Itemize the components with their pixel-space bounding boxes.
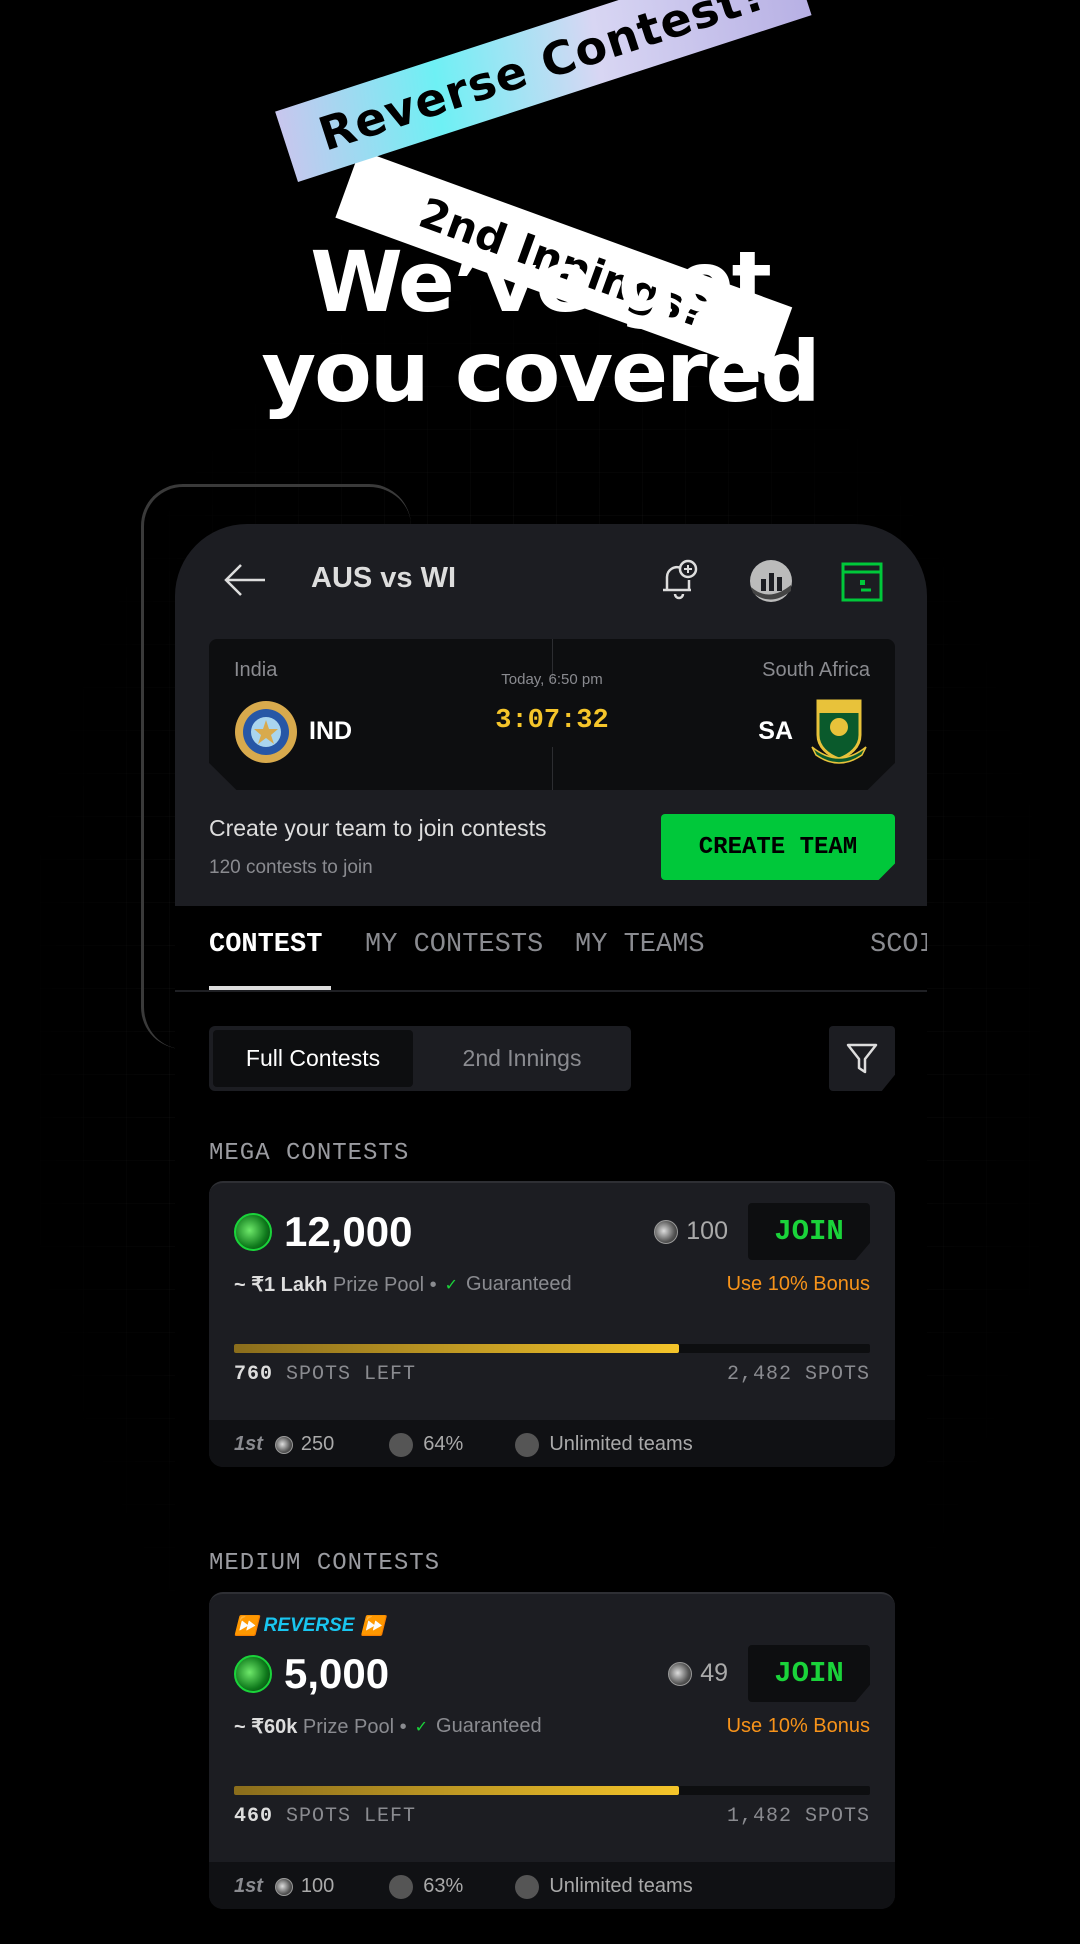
tab-my-teams[interactable]: MY TEAMS [575, 930, 705, 960]
team1-name: India [234, 659, 278, 681]
india-logo-icon [235, 701, 297, 763]
back-arrow-icon[interactable] [223, 562, 267, 598]
teams-icon [515, 1432, 540, 1457]
match-time: Today, 6:50 pm [501, 671, 603, 688]
spots-left-count: 760 [234, 1363, 274, 1386]
reverse-label: REVERSE [263, 1615, 355, 1636]
bell-plus-icon[interactable] [659, 558, 699, 602]
win-percentage: 63% [423, 1875, 464, 1897]
divider [552, 747, 553, 790]
tab-my-contests[interactable]: MY CONTESTS [365, 930, 543, 960]
reverse-badge: ⏩ REVERSE ⏩ [234, 1614, 384, 1638]
tab-contest[interactable]: CONTEST [209, 930, 322, 960]
entry-fee: 49 [700, 1659, 728, 1687]
promo-ribbon-reverse: Reverse Contest? [275, 0, 812, 182]
countdown-timer: 3:07:32 [495, 706, 609, 736]
filter-icon [846, 1043, 878, 1073]
prize-pool-label: Prize Pool • [332, 1274, 437, 1296]
win-rate-icon [389, 1874, 414, 1899]
segment-full-contests[interactable]: Full Contests [213, 1030, 413, 1087]
tab-scores[interactable]: SCOI [870, 930, 927, 960]
win-rate-icon [389, 1432, 414, 1457]
teams-icon [515, 1874, 540, 1899]
join-button[interactable]: JOIN [748, 1203, 870, 1260]
south-africa-logo-icon [811, 699, 867, 764]
spots-left-label: SPOTS LEFT [286, 1363, 417, 1386]
create-team-prompt: Create your team to join contests [209, 815, 547, 841]
tab-bar: CONTEST MY CONTESTS MY TEAMS SCOI [175, 906, 927, 992]
check-icon: ✓ [444, 1276, 459, 1294]
join-button[interactable]: JOIN [748, 1645, 870, 1702]
team-limit: Unlimited teams [549, 1875, 693, 1897]
ribbon-text: Reverse Contest? [312, 0, 775, 162]
guaranteed-label: Guaranteed [436, 1715, 542, 1737]
section-mega-contests: MEGA CONTESTS [209, 1140, 410, 1167]
guaranteed-label: Guaranteed [466, 1273, 572, 1295]
contest-card[interactable]: ⏩ REVERSE ⏩ 5,000 49 JOIN ~ ₹60k Prize Poo… [209, 1592, 895, 1909]
fast-forward-icon: ⏩ [360, 1616, 385, 1637]
check-icon: ✓ [414, 1718, 429, 1736]
prize-amount: 5,000 [284, 1649, 390, 1697]
page-title: AUS vs WI [311, 562, 457, 594]
prize-pool-value: ~ ₹1 Lakh [234, 1274, 328, 1296]
progress-fill [234, 1786, 680, 1795]
prize-amount: 12,000 [284, 1207, 413, 1255]
spots-progress-bar [234, 1786, 870, 1795]
first-prize-value: 250 [300, 1433, 335, 1455]
entry-coin-icon [668, 1661, 693, 1686]
contest-type-toggle: Full Contests 2nd Innings [209, 1026, 631, 1091]
section-medium-contests: MEDIUM CONTESTS [209, 1550, 441, 1577]
spots-progress-bar [234, 1344, 870, 1353]
bonus-label: Use 10% Bonus [726, 1273, 870, 1295]
stats-icon[interactable] [749, 559, 793, 603]
team-limit: Unlimited teams [549, 1433, 693, 1455]
headline-line-2: you covered [261, 323, 820, 421]
contests-count: 120 contests to join [209, 857, 373, 878]
create-team-button[interactable]: CREATE TEAM [661, 814, 895, 880]
contest-card[interactable]: 12,000 100 JOIN ~ ₹1 Lakh Prize Pool • ✓… [209, 1181, 895, 1467]
entry-fee: 100 [686, 1217, 728, 1245]
phone-screen: AUS vs WI India IND Today, 6:50 pm 3:07:… [175, 524, 927, 1944]
coin-icon [234, 1654, 272, 1693]
total-spots: 2,482 SPOTS [726, 1363, 870, 1386]
bonus-label: Use 10% Bonus [726, 1715, 870, 1737]
spots-left-label: SPOTS LEFT [286, 1805, 417, 1828]
coin-icon [274, 1435, 293, 1454]
spots-left-count: 460 [234, 1805, 274, 1828]
team1-code: IND [309, 717, 353, 745]
contest-footer: 1st 250 64% Unlimited teams [209, 1420, 895, 1467]
coin-icon [234, 1212, 272, 1251]
prize-pool-label: Prize Pool • [302, 1716, 407, 1738]
segment-2nd-innings[interactable]: 2nd Innings [417, 1030, 627, 1087]
first-prize-value: 100 [300, 1875, 335, 1897]
first-prize-label: 1st [234, 1433, 263, 1455]
fast-forward-icon: ⏩ [234, 1616, 258, 1637]
contest-footer: 1st 100 63% Unlimited teams [209, 1862, 895, 1909]
progress-fill [234, 1344, 680, 1353]
team2-code: SA [758, 717, 793, 745]
first-prize-label: 1st [234, 1875, 263, 1897]
team2-name: South Africa [762, 659, 870, 681]
wallet-icon[interactable] [841, 562, 883, 602]
total-spots: 1,482 SPOTS [726, 1805, 870, 1828]
coin-icon [274, 1877, 293, 1896]
contest-list: Full Contests 2nd Innings MEGA CONTESTS … [175, 992, 927, 1944]
filter-button[interactable] [829, 1026, 895, 1091]
prize-pool-value: ~ ₹60k [234, 1716, 298, 1738]
headline-line-1: We’ve got [310, 233, 772, 331]
entry-coin-icon [654, 1219, 679, 1244]
match-card: India IND Today, 6:50 pm 3:07:32 South A… [209, 639, 895, 790]
win-percentage: 64% [423, 1433, 464, 1455]
active-tab-indicator [209, 986, 331, 990]
